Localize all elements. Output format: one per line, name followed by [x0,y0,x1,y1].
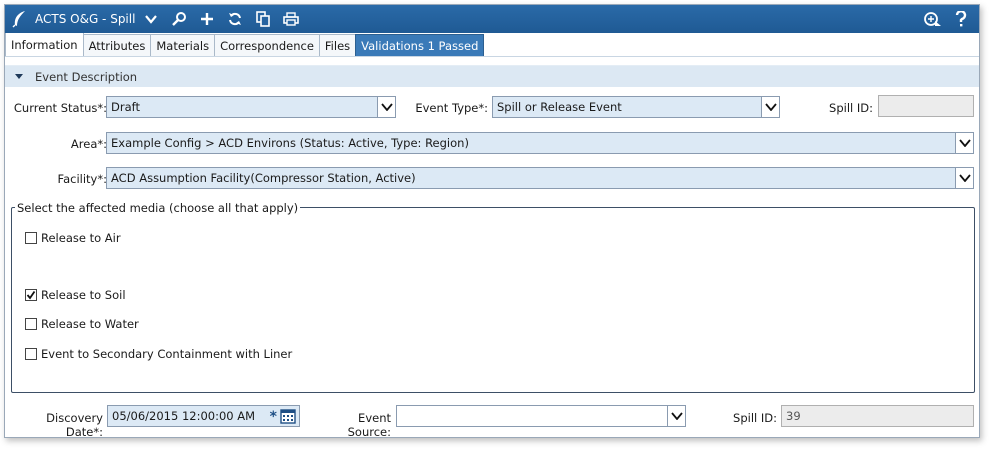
affected-media-group [11,207,975,393]
discovery-date-label: Discovery Date*: [46,411,103,438]
area-label: Area*: [70,137,107,151]
section-title: Event Description [35,69,138,84]
tab-bar: Information Attributes Materials Corresp… [5,32,979,57]
chevron-down-icon [667,406,685,426]
window-title: ACTS O&G - Spill [35,12,136,26]
tab-label: Materials [156,38,210,53]
area-value: Example Config > ACD Environs (Status: A… [111,136,469,150]
checkbox-unchecked-icon [25,348,37,360]
refresh-icon[interactable] [221,7,249,31]
checkbox-label: Release to Air [41,231,121,245]
chevron-down-icon [955,133,973,153]
chevron-down-icon[interactable] [137,7,165,31]
checkbox-unchecked-icon [25,232,37,244]
spill-id-top-field [878,95,974,117]
event-type-select[interactable]: Spill or Release Event [492,96,780,118]
affected-media-legend: Select the affected media (choose all th… [15,201,301,215]
tab-label: Files [324,38,351,53]
app-window: ACTS O&G - Spill Information Attributes … [4,4,980,438]
event-type-label: Event Type*: [415,101,488,115]
event-source-label: Event Source: [347,411,391,438]
tab-attributes[interactable]: Attributes [82,34,152,56]
checkbox-release-to-water[interactable]: Release to Water [25,317,139,331]
accessibility-icon[interactable] [919,7,947,31]
facility-select[interactable]: ACD Assumption Facility(Compressor Stati… [106,167,974,189]
event-type-value: Spill or Release Event [497,100,622,114]
discovery-date-input[interactable]: 05/06/2015 12:00:00 AM * [107,405,300,427]
current-status-select[interactable]: Draft [106,96,396,118]
tab-validations[interactable]: Validations 1 Passed [355,34,485,56]
spill-id-bottom-field: 39 [781,405,974,427]
checkbox-secondary-containment[interactable]: Event to Secondary Containment with Line… [25,347,292,361]
checkbox-checked-icon [25,289,37,301]
current-status-label: Current Status*: [13,101,107,115]
tab-files[interactable]: Files [318,34,357,56]
facility-value: ACD Assumption Facility(Compressor Stati… [111,171,416,185]
checkbox-release-to-soil[interactable]: Release to Soil [25,288,126,302]
add-icon[interactable] [193,7,221,31]
title-bar: ACTS O&G - Spill [5,5,979,33]
spill-id-top-label: Spill ID: [829,101,873,115]
tab-label: Information [11,37,78,52]
tab-label: Validations 1 Passed [361,38,479,53]
chevron-down-icon [377,97,395,117]
print-icon[interactable] [277,7,305,31]
help-icon[interactable] [947,7,975,31]
chevron-down-icon [955,168,973,188]
event-source-select[interactable] [396,405,686,427]
collapse-triangle-icon [15,74,23,79]
tab-information[interactable]: Information [5,32,84,56]
search-icon[interactable] [165,7,193,31]
tab-materials[interactable]: Materials [150,34,216,56]
checkbox-label: Release to Soil [41,288,126,302]
checkbox-release-to-air[interactable]: Release to Air [25,231,121,245]
section-header[interactable]: Event Description [5,65,979,87]
checkbox-unchecked-icon [25,318,37,330]
checkbox-label: Release to Water [41,317,139,331]
calendar-icon[interactable] [280,408,296,427]
area-select[interactable]: Example Config > ACD Environs (Status: A… [106,132,974,154]
chevron-down-icon [761,97,779,117]
current-status-value: Draft [111,100,140,114]
tab-correspondence[interactable]: Correspondence [214,34,320,56]
checkbox-label: Event to Secondary Containment with Line… [41,347,293,361]
tab-label: Attributes [88,38,146,53]
tab-label: Correspondence [220,38,314,53]
spill-id-bottom-label: Spill ID: [733,411,777,425]
required-asterisk: * [269,409,277,425]
facility-label: Facility*: [57,172,107,186]
app-logo-icon [9,8,31,30]
discovery-date-value: 05/06/2015 12:00:00 AM [112,409,256,423]
copy-icon[interactable] [249,7,277,31]
